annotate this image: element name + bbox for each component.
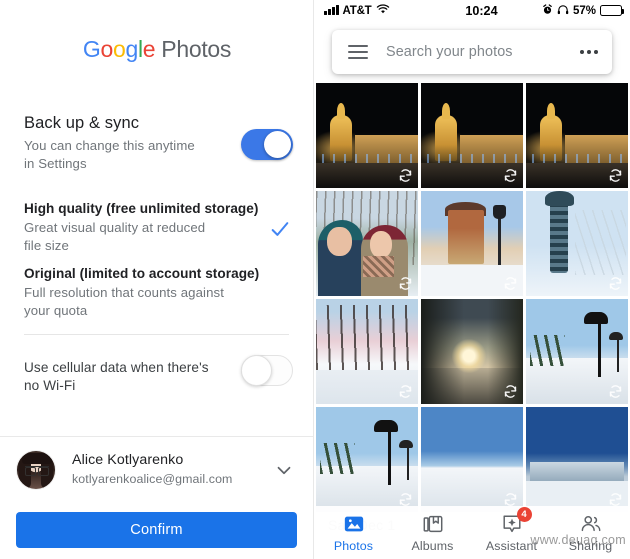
headphones-icon: [557, 4, 569, 18]
photo-thumbnail[interactable]: [316, 191, 418, 296]
alarm-clock-icon: [542, 3, 553, 18]
toggle-knob: [241, 355, 272, 386]
sync-icon: [608, 276, 623, 291]
status-bar-right: 57%: [523, 3, 630, 18]
account-row[interactable]: Alice Kotlyarenko kotlyarenkoalice@gmail…: [0, 437, 313, 502]
section-divider: [24, 334, 289, 335]
sync-icon: [503, 492, 518, 507]
photo-grid: [314, 21, 630, 559]
sync-icon: [608, 492, 623, 507]
photo-thumbnail[interactable]: [421, 83, 523, 188]
signal-bars-icon: [324, 5, 339, 15]
battery-icon: [599, 5, 624, 16]
watermark: www.deuaq.com: [530, 533, 626, 547]
photo-thumbnail[interactable]: [526, 299, 628, 404]
sync-icon: [503, 384, 518, 399]
battery-percent-label: 57%: [572, 4, 596, 17]
quality-option-original-subtitle: Full resolution that counts against your…: [24, 285, 224, 318]
carrier-label: AT&T: [342, 4, 372, 17]
cellular-data-toggle[interactable]: [241, 355, 293, 386]
wifi-icon: [376, 3, 390, 18]
sync-icon: [398, 168, 413, 183]
avatar: [16, 449, 56, 490]
assistant-icon: 4: [501, 506, 532, 535]
checkmark-icon: [269, 218, 291, 240]
logo-letter-o1: o: [100, 36, 113, 62]
sync-icon: [608, 168, 623, 183]
photo-thumbnail[interactable]: [526, 83, 628, 188]
google-photos-app-panel: AT&T 10:24 57% Search your photos Photos…: [314, 0, 630, 559]
nav-label-photos: Photos: [333, 538, 374, 553]
logo-letter-o2: o: [112, 36, 126, 62]
account-text: Alice Kotlyarenko kotlyarenkoalice@gmail…: [72, 451, 273, 488]
screenshot-root: Google Photos Back up & sync You can chan…: [0, 0, 630, 559]
account-name: Alice Kotlyarenko: [72, 452, 184, 468]
photo-thumbnail[interactable]: [421, 299, 523, 404]
photo-thumbnail[interactable]: [316, 83, 418, 188]
assistant-badge: 4: [516, 506, 532, 522]
photo-thumbnail[interactable]: [421, 191, 523, 296]
google-photos-logo: Google Photos: [0, 36, 314, 63]
sync-icon: [503, 276, 518, 291]
sync-icon: [398, 492, 413, 507]
photo-thumbnail[interactable]: [526, 407, 628, 512]
photo-thumbnail[interactable]: [316, 299, 418, 404]
search-bar[interactable]: Search your photos: [332, 30, 612, 74]
logo-text: Google Photos: [82, 36, 232, 63]
albums-icon: [422, 513, 444, 535]
account-email: kotlyarenkoalice@gmail.com: [72, 472, 233, 486]
status-bar-left: AT&T: [314, 3, 440, 18]
photos-icon: [343, 513, 365, 535]
quality-option-high-title: High quality (free unlimited storage): [24, 201, 259, 216]
cellular-data-label: Use cellular data when there's no Wi-Fi: [24, 360, 209, 393]
photo-thumbnail[interactable]: [316, 407, 418, 512]
quality-option-original[interactable]: Original (limited to account storage) Fu…: [24, 265, 295, 319]
hamburger-menu-icon[interactable]: [348, 45, 368, 59]
confirm-button[interactable]: Confirm: [16, 512, 297, 548]
sharing-people-icon: [580, 513, 602, 535]
nav-item-photos[interactable]: Photos: [314, 513, 393, 553]
logo-letter-e: e: [142, 36, 156, 62]
sync-icon: [503, 168, 518, 183]
sync-icon: [608, 384, 623, 399]
status-bar: AT&T 10:24 57%: [314, 0, 630, 21]
quality-option-original-title: Original (limited to account storage): [24, 266, 260, 281]
nav-item-albums[interactable]: Albums: [393, 513, 472, 553]
quality-option-high[interactable]: High quality (free unlimited storage) Gr…: [24, 200, 295, 254]
sync-icon: [398, 384, 413, 399]
logo-letter-g1: G: [82, 36, 101, 62]
chevron-down-icon[interactable]: [273, 459, 295, 481]
status-bar-time: 10:24: [465, 3, 498, 18]
toggle-knob: [264, 131, 291, 158]
photo-thumbnail[interactable]: [526, 191, 628, 296]
search-input[interactable]: Search your photos: [386, 44, 580, 60]
cellular-data-row: Use cellular data when there's no Wi-Fi: [24, 356, 224, 395]
logo-product-name: Photos: [161, 36, 232, 62]
logo-letter-g2: g: [125, 36, 138, 62]
backup-and-sync-toggle[interactable]: [241, 129, 293, 160]
kebab-menu-icon[interactable]: [580, 50, 598, 54]
sync-icon: [398, 276, 413, 291]
nav-label-albums: Albums: [411, 538, 454, 553]
photo-thumbnail[interactable]: [421, 407, 523, 512]
quality-option-high-subtitle: Great visual quality at reduced file siz…: [24, 220, 206, 253]
backup-settings-panel: Google Photos Back up & sync You can chan…: [0, 0, 314, 559]
